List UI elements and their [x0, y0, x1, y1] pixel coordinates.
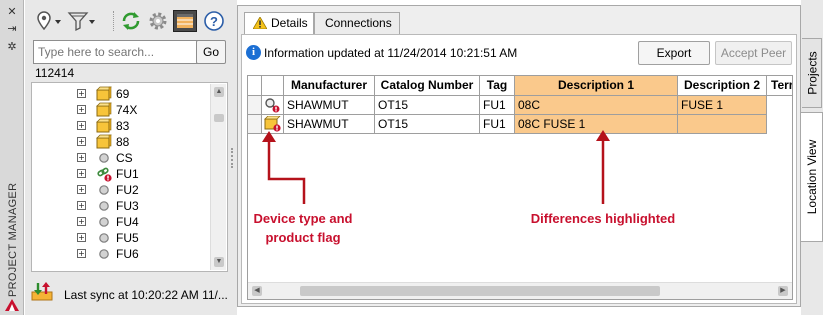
- location-filter-icon: [37, 11, 61, 31]
- tab-connections[interactable]: Connections: [314, 12, 400, 34]
- palette-title-strip: ✕ ⇥ ✲ PROJECT MANAGER: [0, 0, 24, 315]
- scroll-thumb[interactable]: [300, 286, 660, 296]
- details-content: i Information updated at 11/24/2014 10:2…: [241, 34, 797, 304]
- search-input[interactable]: [34, 41, 213, 63]
- scroll-down-icon[interactable]: ▼: [214, 257, 224, 267]
- grid-horizontal-scrollbar[interactable]: ◀ ▶: [248, 282, 792, 299]
- scroll-left-icon[interactable]: ◀: [252, 286, 262, 296]
- annotation-arrows: [262, 130, 610, 204]
- panel-splitter[interactable]: [229, 0, 237, 315]
- tree-item[interactable]: + FU2: [32, 182, 207, 198]
- close-icon[interactable]: ✕: [5, 5, 19, 19]
- tree-item-label: 69: [116, 87, 130, 101]
- svg-text:?: ?: [210, 14, 218, 29]
- component-dot-icon: [99, 153, 109, 163]
- linked-warning-icon: [97, 167, 112, 182]
- expand-icon[interactable]: +: [77, 169, 86, 178]
- auto-hide-icon[interactable]: ⇥: [5, 22, 19, 36]
- palette-title: PROJECT MANAGER: [7, 182, 19, 297]
- details-grid[interactable]: Manufacturer Catalog Number Tag Descript…: [247, 75, 793, 300]
- folder-icon: [96, 86, 112, 101]
- autocad-logo-icon: [5, 299, 19, 311]
- sync-icon[interactable]: [31, 282, 53, 302]
- go-button[interactable]: Go: [196, 40, 226, 64]
- scroll-up-icon[interactable]: ▲: [214, 87, 224, 97]
- settings-icon: [149, 12, 167, 30]
- tree-vertical-scrollbar[interactable]: ▲ ▼: [210, 84, 226, 270]
- tree-item[interactable]: + FU4: [32, 214, 207, 230]
- tree-item-label: FU6: [116, 247, 139, 261]
- expand-icon[interactable]: +: [77, 249, 86, 258]
- tree-item-label: FU5: [116, 231, 139, 245]
- component-dot-icon: [99, 217, 109, 227]
- tree-item-label: FU2: [116, 183, 139, 197]
- component-dot-icon: [99, 233, 109, 243]
- export-button[interactable]: Export: [638, 41, 710, 65]
- refresh-button[interactable]: [120, 9, 142, 33]
- filter-icon: [67, 12, 95, 32]
- expand-icon[interactable]: +: [77, 153, 86, 162]
- component-dot-icon: [99, 201, 109, 211]
- expand-icon[interactable]: +: [77, 121, 86, 130]
- expand-icon[interactable]: +: [77, 233, 86, 242]
- tree-item-label: FU4: [116, 215, 139, 229]
- tree-item[interactable]: +88: [32, 134, 207, 150]
- tree-item[interactable]: +74X: [32, 102, 207, 118]
- tree-item-label: 74X: [116, 103, 138, 117]
- toolbar-separator: [113, 11, 114, 31]
- properties-icon[interactable]: ✲: [5, 40, 19, 54]
- expand-icon[interactable]: +: [77, 185, 86, 194]
- project-manager-panel: ? Go 112414 +69+74X+83+88+CS+FU1+FU2+FU3…: [25, 0, 230, 315]
- tree-item-label: 83: [116, 119, 130, 133]
- folder-icon: [96, 102, 112, 117]
- expand-icon[interactable]: +: [77, 201, 86, 210]
- help-icon: ?: [204, 11, 224, 31]
- last-sync-status: Last sync at 10:20:22 AM 11/...: [64, 288, 228, 302]
- details-view-icon: [177, 14, 193, 28]
- filter-button[interactable]: [67, 9, 97, 33]
- expand-icon[interactable]: +: [77, 217, 86, 226]
- info-updated-text: Information updated at 11/24/2014 10:21:…: [264, 46, 518, 60]
- tab-location-view[interactable]: Location View: [801, 112, 823, 242]
- tab-details-label: Details: [271, 16, 308, 30]
- details-view-button[interactable]: [173, 10, 197, 32]
- info-icon: i: [246, 45, 261, 60]
- tree-item-label: FU1: [116, 167, 139, 181]
- refresh-icon: [122, 12, 140, 30]
- location-tree[interactable]: +69 +74X +83 +88 + CS + FU1 + FU2 + FU3 + FU4 + FU5 + FU6…: [31, 82, 228, 272]
- location-filter-button[interactable]: [35, 9, 63, 33]
- warning-icon: [253, 17, 267, 29]
- tree-item-label: 88: [116, 135, 130, 149]
- tab-details[interactable]: Details: [244, 12, 314, 35]
- tree-item[interactable]: + FU5: [32, 230, 207, 246]
- expand-icon[interactable]: +: [77, 105, 86, 114]
- folder-icon: [96, 118, 112, 133]
- tree-item-label: FU3: [116, 199, 139, 213]
- annotation-device-type: Device type and product flag: [253, 211, 353, 245]
- tree-item[interactable]: + FU1: [32, 166, 207, 182]
- scroll-thumb[interactable]: [214, 114, 224, 122]
- tree-item[interactable]: + CS: [32, 150, 207, 166]
- settings-button[interactable]: [147, 9, 169, 33]
- tree-item-label: CS: [116, 151, 133, 165]
- folder-icon: [96, 134, 112, 149]
- annotation-differences: Differences highlighted: [530, 211, 676, 226]
- tree-item[interactable]: + FU3: [32, 198, 207, 214]
- side-tabs: Projects Location View: [801, 0, 823, 315]
- accept-peer-button[interactable]: Accept Peer: [715, 41, 792, 65]
- project-id: 112414: [35, 66, 75, 80]
- search-field[interactable]: [33, 40, 214, 64]
- tree-item[interactable]: + FU6: [32, 246, 207, 262]
- expand-icon[interactable]: +: [77, 137, 86, 146]
- details-panel: Details Connections i Information update…: [237, 5, 801, 307]
- tree-item[interactable]: +83: [32, 118, 207, 134]
- tab-projects[interactable]: Projects: [802, 38, 822, 108]
- tree-item[interactable]: +69: [32, 86, 207, 102]
- component-dot-icon: [99, 249, 109, 259]
- help-button[interactable]: ?: [203, 9, 225, 33]
- component-dot-icon: [99, 185, 109, 195]
- expand-icon[interactable]: +: [77, 89, 86, 98]
- scroll-right-icon[interactable]: ▶: [778, 286, 788, 296]
